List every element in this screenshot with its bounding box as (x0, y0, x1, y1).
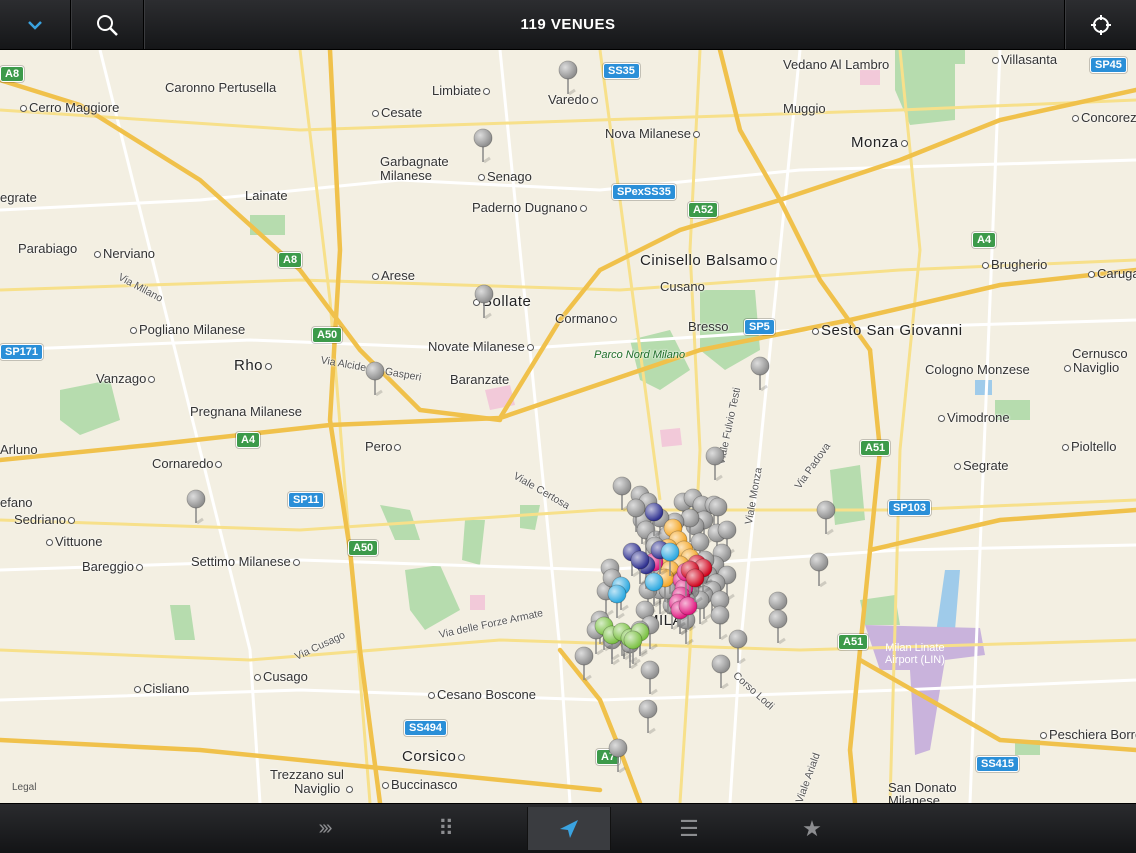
venue-pin[interactable] (768, 609, 788, 645)
venue-pin[interactable] (474, 284, 494, 320)
venue-pin[interactable] (558, 60, 578, 96)
venue-pin[interactable] (711, 654, 731, 690)
search-icon (97, 14, 118, 36)
tab-grid[interactable]: ⠿ (405, 804, 487, 853)
venue-pin[interactable] (728, 629, 748, 665)
venue-pins (186, 60, 836, 774)
venue-pin[interactable] (640, 660, 660, 696)
locate-button[interactable] (1065, 0, 1136, 49)
star-icon: ★ (802, 815, 822, 841)
venue-pin[interactable] (710, 605, 730, 641)
tab-list[interactable]: ☰ (648, 804, 730, 853)
tab-favorites[interactable]: ★ (771, 804, 853, 853)
venue-pin[interactable] (705, 446, 725, 482)
collapse-button[interactable] (0, 0, 70, 49)
venue-pin[interactable] (750, 356, 770, 392)
tab-more[interactable]: ››› (283, 804, 365, 853)
venue-pin[interactable] (816, 500, 836, 536)
venue-pin[interactable] (186, 489, 206, 525)
location-arrow-icon (560, 819, 578, 838)
venue-pin[interactable] (608, 738, 628, 774)
tab-map[interactable] (527, 807, 611, 850)
bottom-tab-bar: ››› ⠿ ☰ ★ (0, 803, 1136, 853)
page-title: 119 VENUES (520, 16, 616, 33)
search-button[interactable] (71, 0, 143, 49)
venue-pin[interactable] (638, 699, 658, 735)
legal-link[interactable]: Legal (12, 782, 36, 793)
grid-icon: ⠿ (437, 815, 455, 841)
venue-pin[interactable] (809, 552, 829, 588)
list-icon: ☰ (679, 815, 699, 841)
chevron-down-icon (28, 20, 42, 30)
venue-pin[interactable] (365, 361, 385, 397)
map-view[interactable]: Cerro Maggiore Caronno Pertusella Limbia… (0, 50, 1136, 803)
more-icon: ››› (318, 817, 333, 839)
crosshair-icon (1090, 14, 1111, 35)
top-bar: 119 VENUES (0, 0, 1136, 50)
venue-pin[interactable] (473, 128, 493, 164)
venue-pin[interactable] (574, 646, 594, 682)
